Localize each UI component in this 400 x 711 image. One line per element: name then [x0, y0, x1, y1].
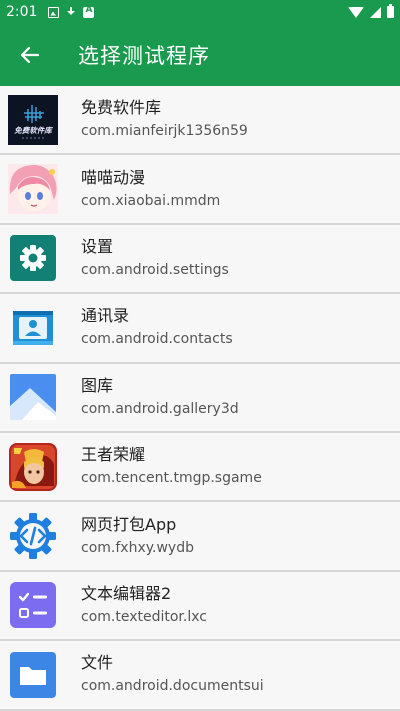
list-item[interactable]: 喵喵动漫 com.xiaobai.mmdm: [0, 155, 400, 225]
app-text: 喵喵动漫 com.xiaobai.mmdm: [81, 168, 220, 211]
list-item[interactable]: 通讯录 com.android.contacts: [0, 294, 400, 364]
status-right: [348, 4, 394, 18]
app-package: com.android.contacts: [81, 331, 233, 348]
app-text: 图库 com.android.gallery3d: [81, 376, 239, 419]
app-name: 喵喵动漫: [81, 167, 146, 187]
app-name: 图库: [81, 375, 114, 395]
status-bar: 2:01: [0, 0, 400, 24]
app-package: com.android.gallery3d: [81, 400, 239, 417]
app-package: com.tencent.tmgp.sgame: [81, 470, 262, 487]
app-package: com.mianfeirjk1356n59: [81, 123, 248, 140]
app-name: 免费软件库: [81, 98, 162, 118]
app-name: 网页打包App: [81, 514, 177, 534]
contacts-icon: [8, 303, 58, 353]
app-list: 免费软件库 免费软件库 com.mianfeirjk1356n59 喵喵动漫 c…: [0, 86, 400, 711]
arrow-left-icon: [20, 46, 40, 64]
gear-icon: [8, 233, 58, 283]
software-library-icon: 免费软件库: [8, 94, 58, 145]
svg-text:免费软件库: 免费软件库: [14, 126, 53, 135]
gallery-icon: [8, 372, 58, 422]
app-text: 网页打包App com.fxhxy.wydb: [81, 515, 194, 558]
app-text: 文件 com.android.documentsui: [81, 653, 264, 696]
list-item[interactable]: 网页打包App com.fxhxy.wydb: [0, 502, 400, 572]
list-item[interactable]: 王者荣耀 com.tencent.tmgp.sgame: [0, 432, 400, 503]
page-title: 选择测试程序: [78, 44, 210, 68]
app-name: 通讯录: [81, 306, 130, 326]
battery-icon: [387, 4, 394, 18]
app-name: 设置: [81, 236, 114, 256]
app-name: 文本编辑器2: [81, 583, 172, 603]
status-left: 2:01: [6, 4, 95, 20]
app-text: 王者荣耀 com.tencent.tmgp.sgame: [81, 445, 262, 488]
app-text: 设置 com.android.settings: [81, 237, 229, 280]
list-item[interactable]: 设置 com.android.settings: [0, 224, 400, 295]
list-item[interactable]: 图库 com.android.gallery3d: [0, 363, 400, 433]
app-package: com.xiaobai.mmdm: [81, 192, 221, 209]
signal-icon: [370, 6, 381, 18]
app-text: 免费软件库 com.mianfeirjk1356n59: [81, 98, 248, 141]
app-package: com.texteditor.lxc: [81, 608, 207, 625]
wifi-icon: [348, 6, 364, 18]
folder-icon: [8, 650, 58, 700]
app-package: com.android.settings: [81, 261, 229, 278]
list-item[interactable]: 文本编辑器2 com.texteditor.lxc: [0, 571, 400, 642]
back-button[interactable]: [0, 24, 60, 86]
app-notification-icon: [83, 5, 95, 18]
app-package: com.fxhxy.wydb: [81, 539, 194, 556]
app-text: 文本编辑器2 com.texteditor.lxc: [81, 584, 207, 627]
anime-girl-icon: [8, 164, 58, 215]
app-name: 文件: [81, 653, 114, 673]
list-item[interactable]: 文件 com.android.documentsui: [0, 641, 400, 711]
list-item[interactable]: 免费软件库 免费软件库 com.mianfeirjk1356n59: [0, 86, 400, 156]
checklist-icon: [8, 580, 58, 630]
download-icon: [66, 6, 76, 18]
app-text: 通讯录 com.android.contacts: [81, 306, 233, 349]
app-package: com.android.documentsui: [81, 678, 264, 695]
game-hero-icon: [8, 442, 58, 492]
image-notification-icon: [48, 6, 60, 18]
app-name: 王者荣耀: [81, 445, 146, 465]
code-gear-icon: [8, 511, 58, 561]
status-time: 2:01: [6, 4, 38, 20]
app-bar: 选择测试程序: [0, 24, 400, 86]
